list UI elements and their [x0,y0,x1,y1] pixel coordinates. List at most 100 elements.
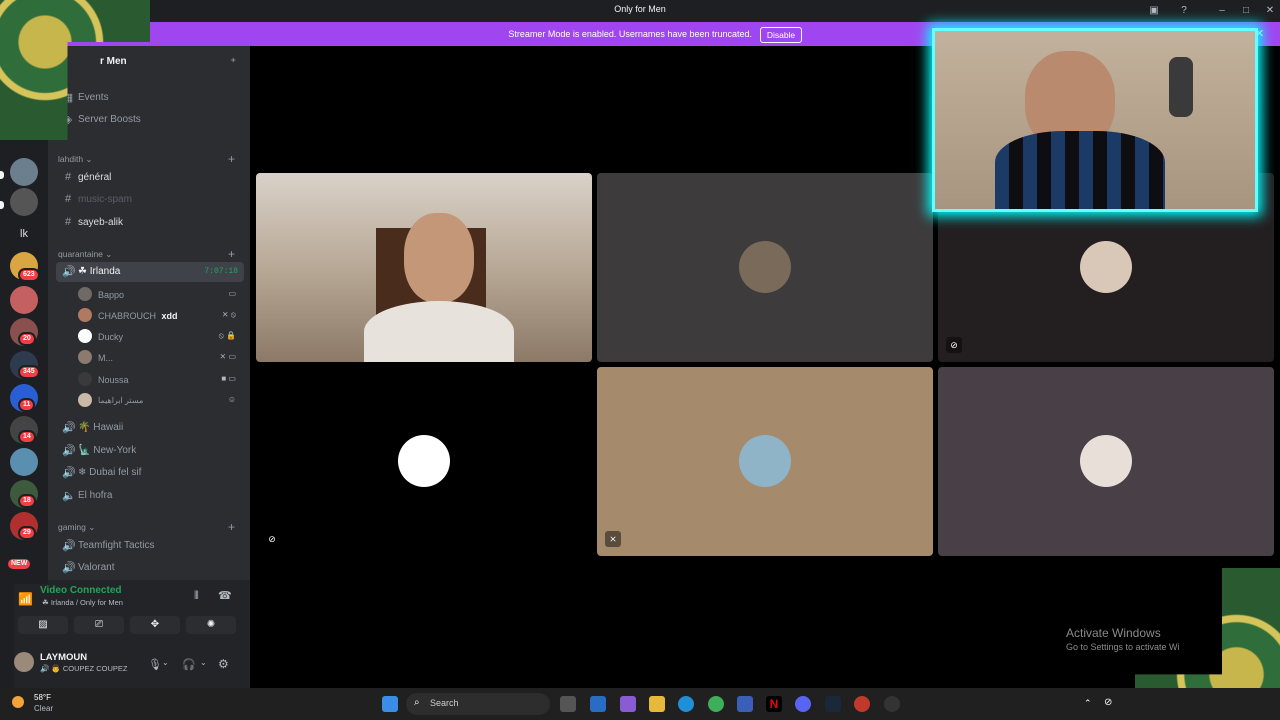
chevron-down-icon[interactable]: ⌄ [200,658,207,667]
user-name: Bappo [98,290,125,300]
user-tile-5[interactable]: ⨯ [597,367,933,556]
disable-button[interactable]: Disable [760,27,802,43]
channel-label: sayeb-alik [78,217,124,228]
microphone-icon[interactable]: 🎙 [148,658,162,671]
taskbar-search[interactable]: ⌕ Search [406,693,550,715]
channel-general[interactable]: # général [56,168,244,188]
menu-boosts-label: Server Boosts [78,114,141,125]
connection-location: ☘ Irlanda / Only for Men [42,598,123,607]
chevron-up-icon[interactable]: ⌃ [1084,698,1092,709]
voice-channel-dubai[interactable]: 🔊 ❄ Dubai fel sif [56,463,244,483]
avatar [1080,241,1132,293]
soundboard-button[interactable]: ✺ [186,616,236,634]
inbox-icon[interactable]: ▣ [1146,3,1162,19]
avatar [1080,435,1132,487]
chrome-icon[interactable] [708,696,724,712]
maximize-button[interactable]: □ [1238,3,1254,19]
add-channel-icon[interactable]: + [228,520,235,534]
speaker-icon: 🔊 [62,467,76,479]
steam-icon[interactable] [825,696,841,712]
gear-icon[interactable]: ⚙ [218,657,229,671]
self-status-text: COUPEZ COUPEZ [62,664,128,673]
voice-channel-valorant[interactable]: 🔊 Valorant [56,558,244,578]
mention-badge: 14 [18,430,36,444]
voice-user[interactable]: Noussa ■ ▭ [76,370,246,390]
user-tile-2[interactable] [597,173,933,362]
voice-channel-tft[interactable]: 🔊 Teamfight Tactics [56,536,244,556]
headphones-icon[interactable]: 🎧 [182,658,196,671]
discord-icon[interactable] [795,696,811,712]
camera-toggle-button[interactable]: ▨ [18,616,68,634]
streamer-shirt [995,131,1165,209]
screen-icon: ▭ [228,289,236,298]
voice-connection-panel: 📶 Video Connected ☘ Irlanda / Only for M… [14,584,250,688]
user-tile-6[interactable] [938,367,1274,556]
invite-icon[interactable]: ⁺ [230,55,236,69]
task-view-icon[interactable] [560,696,576,712]
add-channel-icon[interactable]: + [228,152,235,166]
user-name: M... [98,353,113,363]
menu-server-boosts[interactable]: ◈ Server Boosts [56,110,244,130]
voice-user[interactable]: Bappo ▭ [76,285,246,305]
channel-sayeb-alik[interactable]: # sayeb-alik [56,213,244,233]
avatar [739,435,791,487]
weather-widget[interactable]: 58°F Clear [12,693,53,715]
help-icon[interactable]: ? [1176,3,1192,19]
minimize-button[interactable]: – [1214,3,1230,19]
category-lahdith[interactable]: lahdith ⌄ + [58,152,248,166]
windows-start-icon[interactable] [382,696,398,712]
noise-suppression-icon[interactable]: ⦀ [194,590,199,603]
search-icon: ⌕ [414,697,420,708]
avatar[interactable] [14,652,34,672]
app-icon[interactable] [854,696,870,712]
screen-share-button[interactable]: ⎚ [74,616,124,634]
mention-badge: 345 [18,365,40,379]
voice-user[interactable]: Ducky ⦸ 🔒 [76,327,246,347]
voice-user[interactable]: CHABROUCH xdd ⨯ ⦸ [76,306,246,326]
server-icon[interactable] [10,286,38,314]
avatar [78,393,92,407]
category-gaming[interactable]: gaming ⌄ + [58,520,248,534]
voice-channel-el-hofra[interactable]: 🔈 El hofra [56,486,244,506]
camera-feed-1[interactable] [256,173,592,362]
channel-music-spam[interactable]: # music-spam [56,190,244,210]
copilot-icon[interactable] [620,696,636,712]
network-icon[interactable]: ⊘ [1104,697,1112,708]
disconnect-icon[interactable]: ☎ [218,589,232,602]
voice-user[interactable]: مستر ابراهيما ☺ [76,391,246,411]
voice-channel-hawaii[interactable]: 🔊 🌴 Hawaii [56,418,244,438]
user-name: Noussa [98,375,129,385]
category-quarantaine[interactable]: quarantaine ⌄ + [58,247,248,261]
mention-badge: 29 [18,526,36,540]
speaker-icon: 🔊 [62,540,76,552]
store-icon[interactable] [590,696,606,712]
netflix-icon[interactable]: N [766,696,782,712]
server-icon[interactable] [10,188,38,216]
menu-events[interactable]: ▦ Events [56,88,244,108]
voice-channel-irlanda[interactable]: 🔊 ☘ Irlanda 7:07:18 [56,262,244,282]
server-icon[interactable] [10,158,38,186]
add-channel-icon[interactable]: + [228,247,235,261]
chevron-down-icon[interactable]: ⌄ [162,658,169,667]
signal-icon[interactable]: 📶 [18,592,33,606]
app-icon[interactable] [884,696,900,712]
mute-icon: ⨯ ▭ [219,352,236,361]
edge-icon[interactable] [678,696,694,712]
app-icon[interactable] [737,696,753,712]
hash-icon: # [64,193,72,205]
window-title: Only for Men [614,4,666,14]
self-username[interactable]: LAYMOUN [40,652,87,663]
close-window-button[interactable]: ✕ [1262,3,1278,19]
user-tile-4[interactable]: ⊘ [256,367,592,556]
server-name[interactable]: r Men [100,56,127,67]
speaker-icon: 🔊 [62,266,76,278]
channel-label: El hofra [78,490,113,501]
taskbar: 58°F Clear ⌕ Search N ⌃ ⊘ [0,688,1280,720]
connection-location-text: Irlanda / Only for Men [50,598,123,607]
voice-user[interactable]: M... ⨯ ▭ [76,348,246,368]
file-explorer-icon[interactable] [649,696,665,712]
voice-channel-new-york[interactable]: 🔊 🗽 New-York [56,441,244,461]
server-icon[interactable] [10,448,38,476]
server-icon-lk[interactable]: lk [10,220,38,248]
activities-button[interactable]: ✥ [130,616,180,634]
